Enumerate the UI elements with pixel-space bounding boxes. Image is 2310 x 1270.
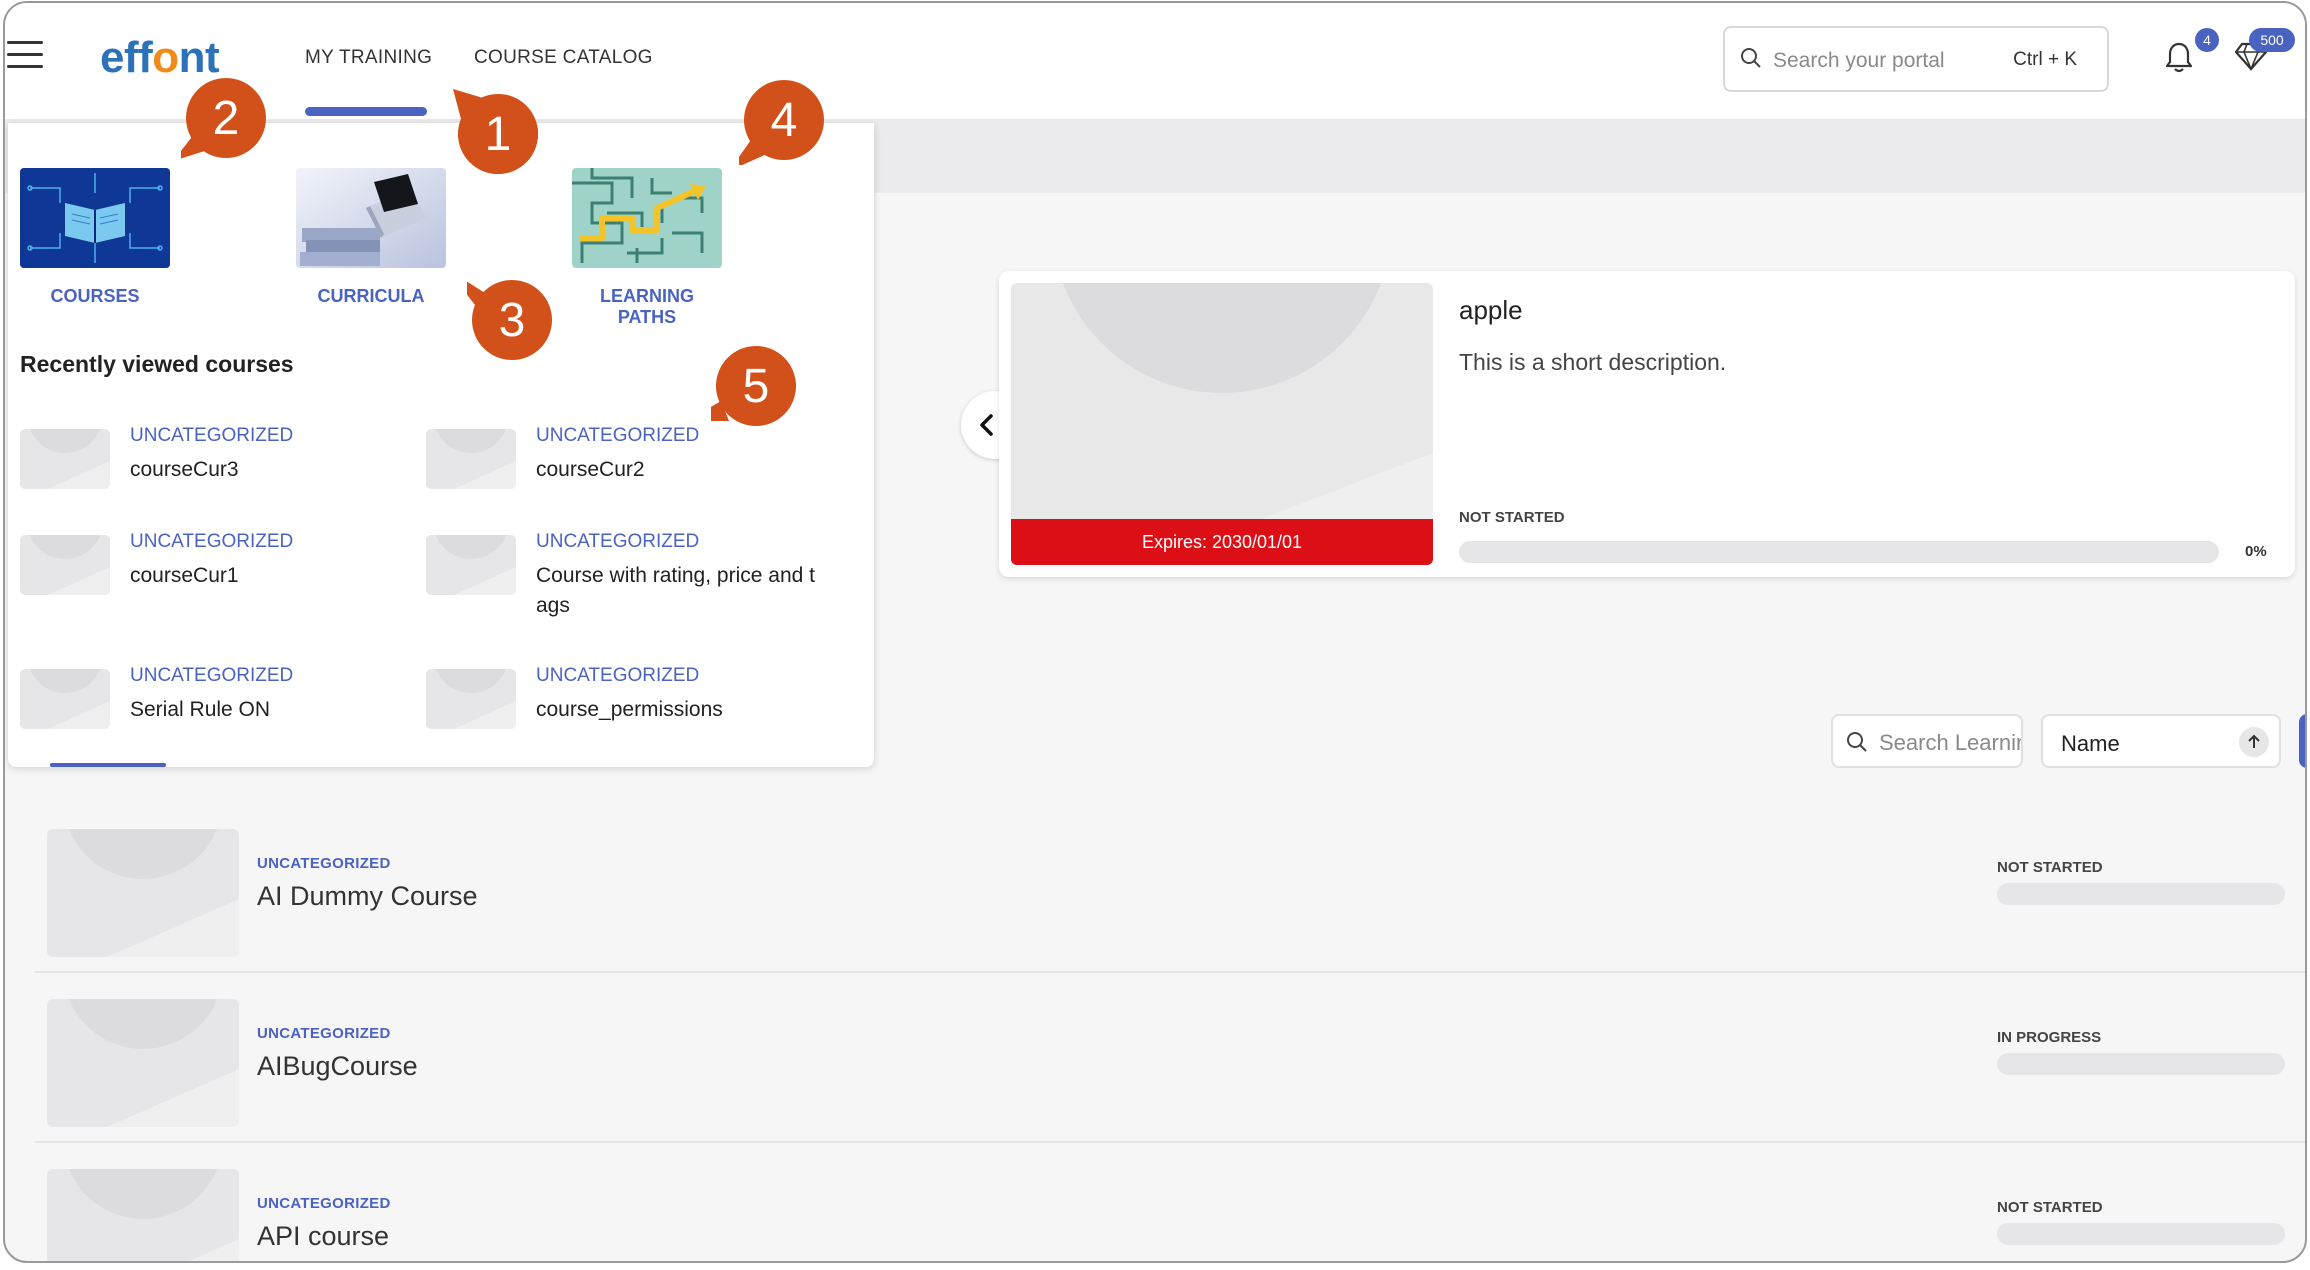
arrow-up-icon <box>2248 734 2260 748</box>
course-thumbnail <box>20 429 110 489</box>
recent-course-name: courseCur3 <box>130 458 239 481</box>
progress-bar <box>1459 541 2219 563</box>
course-row[interactable]: UNCATEGORIZED AI Dummy Course NOT STARTE… <box>35 813 2305 973</box>
nav-course-catalog[interactable]: COURSE CATALOG <box>474 47 653 69</box>
recent-course-category: UNCATEGORIZED <box>536 531 700 552</box>
course-thumbnail <box>47 1169 239 1261</box>
course-category: UNCATEGORIZED <box>257 1195 391 1212</box>
course-thumbnail <box>426 535 516 595</box>
book-circuit-image <box>20 168 170 268</box>
course-row[interactable]: UNCATEGORIZED API course NOT STARTED <box>35 1153 2305 1261</box>
course-thumbnail <box>426 669 516 729</box>
laptop-books-image <box>296 168 446 268</box>
course-thumbnail <box>47 999 239 1127</box>
top-header: effont MY TRAINING COURSE CATALOG Search… <box>5 3 2305 119</box>
notification-badge: 4 <box>2195 28 2219 52</box>
category-learning-paths[interactable]: LEARNING PATHS <box>572 168 722 328</box>
category-label: LEARNING PATHS <box>600 286 694 327</box>
category-curricula[interactable]: CURRICULA <box>296 168 446 307</box>
learning-search-input[interactable]: Search Learning <box>1831 714 2023 768</box>
course-row[interactable]: UNCATEGORIZED AIBugCourse IN PROGRESS <box>35 983 2305 1143</box>
course-name[interactable]: API course <box>257 1221 389 1252</box>
progress-bar <box>1997 1053 2285 1075</box>
course-thumbnail <box>20 535 110 595</box>
view-toggle-button[interactable] <box>2299 714 2305 768</box>
portal-search-input[interactable]: Search your portal Ctrl + K <box>1723 26 2109 92</box>
course-status: NOT STARTED <box>1459 509 1565 526</box>
progress-bar <box>1997 1223 2285 1245</box>
recent-course-category: UNCATEGORIZED <box>536 425 700 446</box>
chevron-left-icon <box>980 414 993 436</box>
expiry-label: Expires: 2030/01/01 <box>1011 519 1433 565</box>
points-badge: 500 <box>2249 28 2295 52</box>
recent-course-name: Course with rating, price and tags <box>536 564 815 617</box>
search-shortcut: Ctrl + K <box>2013 49 2077 70</box>
course-description: This is a short description. <box>1459 349 1727 375</box>
recent-course-category: UNCATEGORIZED <box>536 665 700 686</box>
recently-viewed-heading: Recently viewed courses <box>20 351 294 377</box>
course-category: UNCATEGORIZED <box>257 855 391 872</box>
course-name[interactable]: AI Dummy Course <box>257 881 478 912</box>
search-icon <box>1741 48 1761 68</box>
recent-course-category: UNCATEGORIZED <box>130 425 294 446</box>
callout-5: 5 <box>687 341 801 431</box>
recent-course-name: courseCur1 <box>130 564 239 587</box>
recent-course-name: Serial Rule ON <box>130 698 271 721</box>
maze-arrow-image <box>572 168 722 268</box>
progress-bar <box>1997 883 2285 905</box>
course-thumbnail <box>20 669 110 729</box>
app-window: effont MY TRAINING COURSE CATALOG Search… <box>3 1 2307 1263</box>
course-title[interactable]: apple <box>1459 295 1523 326</box>
category-label: CURRICULA <box>317 286 425 306</box>
callout-1: 1 <box>453 89 543 179</box>
recent-course-category: UNCATEGORIZED <box>130 665 294 686</box>
recent-course-name: course_permissions <box>536 698 723 721</box>
course-status: NOT STARTED <box>1997 859 2103 876</box>
featured-course-card[interactable]: Expires: 2030/01/01 apple This is a shor… <box>999 271 2295 577</box>
course-status: IN PROGRESS <box>1997 1029 2102 1046</box>
category-label: COURSES <box>50 286 140 306</box>
search-placeholder: Search Learning <box>1879 730 2021 755</box>
nav-active-indicator <box>305 107 427 116</box>
course-category: UNCATEGORIZED <box>257 1025 391 1042</box>
course-status: NOT STARTED <box>1997 1199 2103 1216</box>
course-name[interactable]: AIBugCourse <box>257 1051 418 1082</box>
progress-percent: 0% <box>2245 543 2267 560</box>
recent-course-category: UNCATEGORIZED <box>130 531 294 552</box>
sort-direction-button[interactable] <box>2239 727 2269 757</box>
underlying-tab-indicator <box>50 763 166 767</box>
menu-icon[interactable] <box>7 41 43 69</box>
category-courses[interactable]: COURSES <box>20 168 170 307</box>
callout-3: 3 <box>447 269 557 365</box>
course-thumbnail: Expires: 2030/01/01 <box>1011 283 1433 565</box>
course-thumbnail <box>426 429 516 489</box>
sort-select[interactable]: Name <box>2041 714 2281 768</box>
callout-2: 2 <box>173 73 271 163</box>
bell-icon[interactable] <box>2163 41 2195 75</box>
search-placeholder: Search your portal <box>1773 49 1945 72</box>
callout-4: 4 <box>729 75 829 171</box>
recent-course-name: courseCur2 <box>536 458 645 481</box>
my-training-dropdown: COURSES CURRICULA LEARNING PATHS Recentl… <box>8 123 874 767</box>
nav-my-training[interactable]: MY TRAINING <box>305 47 432 69</box>
search-icon <box>1847 732 1867 752</box>
sort-value: Name <box>2061 731 2120 756</box>
course-thumbnail <box>47 829 239 957</box>
